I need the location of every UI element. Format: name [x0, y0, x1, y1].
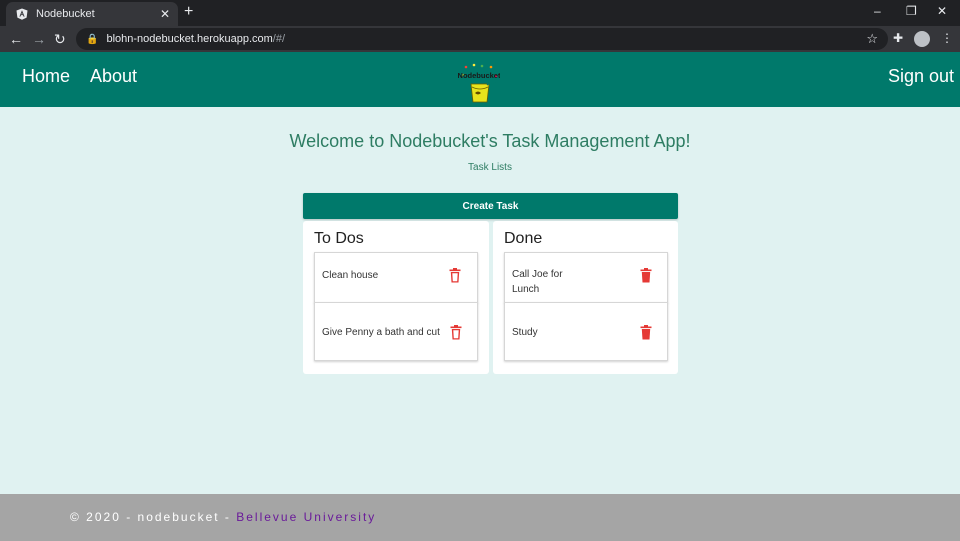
copyright-text: © 2020 - nodebucket -	[70, 510, 237, 524]
angular-icon	[16, 8, 28, 20]
create-task-button[interactable]: Create Task	[303, 193, 678, 219]
footer-text: © 2020 - nodebucket - Bellevue Universit…	[70, 510, 376, 524]
url-host: blohn-nodebucket.herokuapp.com	[106, 33, 273, 45]
minimize-icon[interactable]: –	[874, 4, 881, 18]
task-text: Clean house	[322, 270, 379, 281]
bellevue-university-link[interactable]: Bellevue University	[236, 510, 376, 524]
todo-panel: To Dos Clean house Give Penny a bath and…	[303, 221, 489, 374]
browser-menu-icon[interactable]: ⋮	[941, 31, 953, 45]
trash-icon[interactable]	[449, 268, 461, 283]
forward-icon[interactable]: →	[32, 30, 46, 48]
task-card[interactable]: Give Penny a bath and cut	[314, 302, 478, 361]
logo-text: Nodebucket	[458, 71, 500, 80]
trash-icon[interactable]	[450, 325, 462, 340]
extensions-icon[interactable]: ✚	[893, 31, 903, 45]
done-title: Done	[504, 230, 543, 247]
task-card[interactable]: Study	[504, 302, 668, 361]
task-lists-subtitle: Task Lists	[468, 162, 512, 173]
bookmark-star-icon[interactable]: ☆	[866, 31, 878, 47]
browser-tab-bar: Nodebucket ✕ + – ❐ ✕	[0, 0, 960, 26]
nav-about-link[interactable]: About	[90, 66, 137, 87]
profile-avatar[interactable]	[914, 31, 930, 47]
nodebucket-logo[interactable]: Nodebucket	[458, 61, 500, 105]
new-tab-icon[interactable]: +	[184, 3, 193, 21]
tab-title: Nodebucket	[36, 8, 95, 20]
welcome-heading: Welcome to Nodebucket's Task Management …	[289, 131, 691, 151]
todo-title: To Dos	[314, 230, 364, 247]
task-text: Give Penny a bath and cut	[322, 327, 440, 338]
tab-close-icon[interactable]: ✕	[160, 7, 170, 21]
address-bar[interactable]: 🔒 blohn-nodebucket.herokuapp.com /#/ ☆	[76, 28, 888, 50]
done-panel: Done Call Joe for Lunch Study	[493, 221, 678, 374]
restore-icon[interactable]: ❐	[906, 4, 917, 18]
task-card[interactable]: Call Joe for Lunch	[504, 252, 668, 303]
task-card[interactable]: Clean house	[314, 252, 478, 303]
trash-icon[interactable]	[640, 325, 652, 340]
nav-home-link[interactable]: Home	[22, 66, 70, 87]
task-text: Call Joe for Lunch	[512, 269, 563, 295]
back-icon[interactable]: ←	[9, 30, 23, 48]
task-text: Study	[512, 327, 538, 338]
lock-icon: 🔒	[86, 33, 99, 45]
url-path: /#/	[272, 33, 286, 45]
trash-icon[interactable]	[640, 268, 652, 283]
browser-toolbar: ← → ↻ 🔒 blohn-nodebucket.herokuapp.com /…	[0, 26, 960, 52]
sign-out-link[interactable]: Sign out	[888, 66, 954, 87]
reload-icon[interactable]: ↻	[54, 30, 66, 48]
app-footer: © 2020 - nodebucket - Bellevue Universit…	[0, 494, 960, 541]
window-close-icon[interactable]: ✕	[937, 4, 947, 18]
browser-tab[interactable]: Nodebucket ✕	[6, 2, 178, 26]
